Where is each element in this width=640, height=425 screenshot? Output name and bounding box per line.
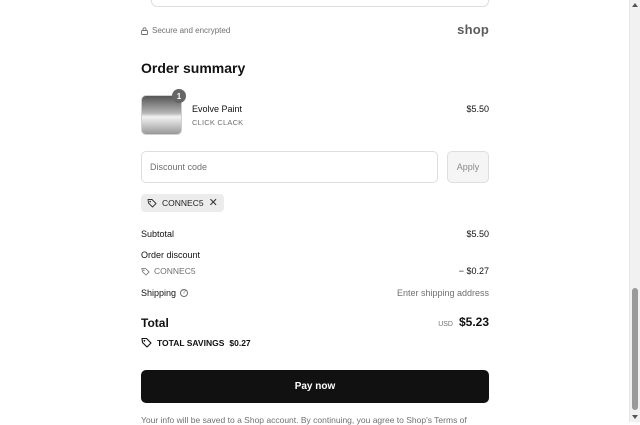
tag-icon (141, 337, 152, 348)
terms-fineprint: Your info will be saved to a Shop accoun… (141, 415, 467, 425)
secure-text: Secure and encrypted (152, 26, 231, 35)
order-discount-code-text: CONNEC5 (154, 266, 196, 276)
apply-discount-button[interactable]: Apply (447, 151, 489, 183)
secure-notice: Secure and encrypted (141, 26, 230, 35)
quantity-badge: 1 (172, 89, 186, 103)
product-price: $5.50 (466, 104, 489, 114)
order-discount-label: Order discount (141, 250, 201, 260)
total-amount: $5.23 (458, 315, 489, 329)
scrollbar[interactable] (629, 0, 640, 422)
shipping-label: Shipping ? (141, 288, 189, 298)
savings-label: TOTAL SAVINGS (157, 337, 225, 348)
order-discount-value: − $0.27 (458, 266, 489, 276)
scroll-thumb[interactable] (632, 288, 638, 410)
scroll-up-arrow-icon[interactable] (632, 3, 638, 7)
order-summary-title: Order summary (141, 60, 246, 76)
applied-discount-chip: CONNEC5 ✕ (141, 194, 224, 212)
order-discount-code: CONNEC5 (141, 266, 196, 276)
pay-now-button[interactable]: Pay now (141, 370, 489, 403)
subtotal-label: Subtotal (141, 229, 175, 239)
tag-icon (141, 267, 150, 276)
payment-field-box[interactable] (151, 0, 489, 7)
shipping-label-text: Shipping (141, 288, 177, 298)
discount-code-input[interactable] (141, 151, 438, 183)
tag-icon (147, 199, 157, 208)
total-savings: TOTAL SAVINGS $0.27 (141, 337, 251, 348)
lock-icon (141, 26, 148, 35)
applied-code-text: CONNEC5 (162, 198, 204, 208)
total-label: Total (141, 316, 169, 330)
currency-code: USD (438, 321, 453, 328)
shipping-value: Enter shipping address (396, 288, 489, 298)
help-icon[interactable]: ? (180, 289, 189, 297)
shop-logo: shop (457, 22, 489, 37)
remove-discount-icon[interactable]: ✕ (209, 198, 218, 209)
savings-amount: $0.27 (229, 337, 251, 348)
product-name: Evolve Paint (192, 104, 243, 114)
product-variant: CLICK CLACK (192, 118, 244, 127)
total-value: USD $5.23 (438, 315, 489, 329)
scroll-down-arrow-icon[interactable] (632, 415, 638, 419)
subtotal-value: $5.50 (466, 229, 489, 239)
